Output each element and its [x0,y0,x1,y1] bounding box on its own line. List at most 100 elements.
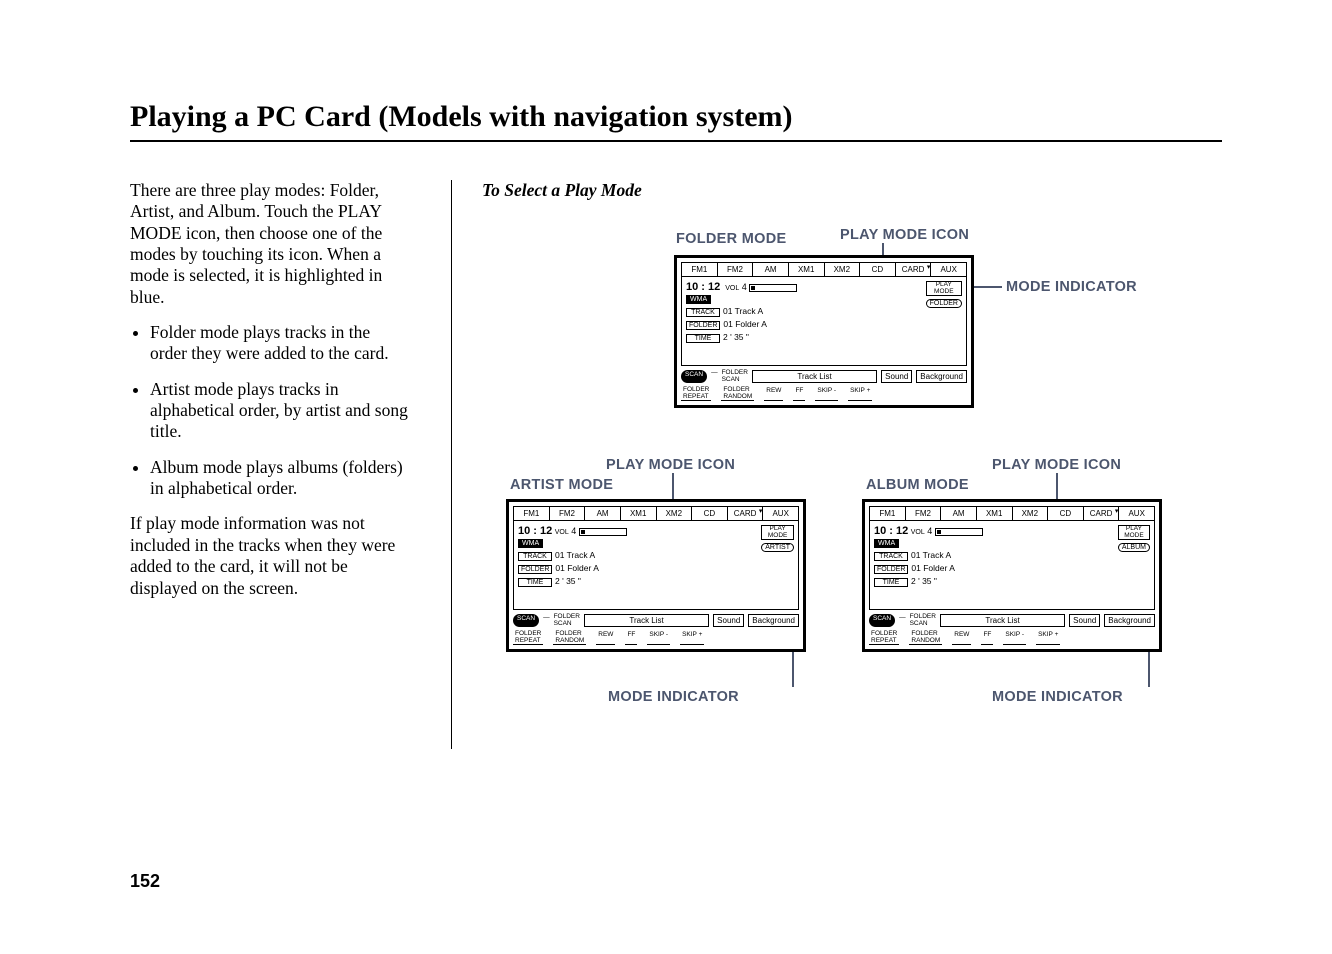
page-title: Playing a PC Card (Models with navigatio… [130,100,1222,134]
play-mode-button[interactable]: PLAY MODE [926,281,962,296]
tab-xm1[interactable]: XM1 [621,507,657,520]
scan-button[interactable]: SCAN [869,614,895,627]
folder-scan-button[interactable]: FOLDER SCAN [554,614,580,627]
background-button[interactable]: Background [748,614,799,627]
skip-next-button[interactable]: SKIP + [848,387,872,401]
mode-indicator-album[interactable]: ALBUM [1118,543,1150,552]
skip-prev-button[interactable]: SKIP - [647,631,670,645]
tab-aux[interactable]: AUX [1119,507,1154,520]
bullet-artist: Artist mode plays tracks in alphabetical… [150,379,411,443]
bullet-album: Album mode plays albums (folders) in alp… [150,457,411,500]
scan-button[interactable]: SCAN [681,370,707,383]
rew-button[interactable]: REW [764,387,783,401]
screen-album-mode: FM1 FM2 AM XM1 XM2 CD CARD▾ AUX 10 : 12 … [862,499,1162,652]
source-tabs: FM1 FM2 AM XM1 XM2 CD CARD▾ AUX [681,262,967,277]
track-list-button[interactable]: Track List [584,614,709,627]
folder-label: FOLDER [686,321,720,330]
tab-aux[interactable]: AUX [931,263,966,276]
elapsed-value: 2 ' 35 " [723,332,749,342]
folder-random-button[interactable]: FOLDER RANDOM [909,631,942,645]
skip-prev-button[interactable]: SKIP - [1003,631,1026,645]
sound-button[interactable]: Sound [881,370,912,383]
mode-bullets: Folder mode plays tracks in the order th… [130,322,411,499]
ff-button[interactable]: FF [981,631,993,645]
ff-button[interactable]: FF [793,387,805,401]
label-artist-mode: ARTIST MODE [510,477,613,493]
tab-xm1[interactable]: XM1 [789,263,825,276]
tab-cd[interactable]: CD [692,507,728,520]
folder-repeat-button[interactable]: FOLDER REPEAT [681,387,711,401]
track-value: 01 Track A [723,306,763,316]
skip-prev-button[interactable]: SKIP - [815,387,838,401]
tab-fm1[interactable]: FM1 [682,263,718,276]
folder-scan-button[interactable]: FOLDER SCAN [910,614,936,627]
label-play-mode-icon-left: PLAY MODE ICON [606,457,735,473]
chevron-down-icon: ▾ [1115,507,1119,515]
tab-am[interactable]: AM [941,507,977,520]
clock-vol: 10 : 12 VOL 4 [686,281,962,293]
ff-button[interactable]: FF [625,631,637,645]
chevron-down-icon: ▾ [759,507,763,515]
play-mode-button[interactable]: PLAY MODE [761,525,794,540]
title-rule [130,140,1222,142]
folder-repeat-button[interactable]: FOLDER REPEAT [869,631,899,645]
label-folder-mode: FOLDER MODE [676,231,786,247]
tab-card[interactable]: CARD▾ [1084,507,1120,520]
tab-aux[interactable]: AUX [763,507,798,520]
rew-button[interactable]: REW [596,631,615,645]
screen-folder-mode: FM1 FM2 AM XM1 XM2 CD CARD▾ AUX 10 : 12 [674,255,974,408]
play-mode-button[interactable]: PLAY MODE [1118,525,1150,540]
screen-artist-mode: FM1 FM2 AM XM1 XM2 CD CARD▾ AUX 10 : 12 … [506,499,806,652]
tab-fm2[interactable]: FM2 [906,507,942,520]
tab-xm2[interactable]: XM2 [1013,507,1049,520]
skip-next-button[interactable]: SKIP + [1036,631,1060,645]
volume-bar [749,284,797,292]
transport-row: FOLDER REPEAT FOLDER RANDOM REW FF SKIP … [681,387,967,401]
folder-scan-button[interactable]: FOLDER SCAN [722,370,748,383]
label-play-mode-icon-top: PLAY MODE ICON [840,227,969,243]
body-text-column: There are three play modes: Folder, Arti… [130,180,411,749]
background-button[interactable]: Background [1104,614,1155,627]
folder-random-button[interactable]: FOLDER RANDOM [721,387,754,401]
label-mode-indicator-left: MODE INDICATOR [608,689,739,705]
track-label: TRACK [686,308,720,317]
folder-value: 01 Folder A [723,319,766,329]
subhead: To Select a Play Mode [482,180,1222,201]
mode-indicator-folder[interactable]: FOLDER [926,299,962,308]
background-button[interactable]: Background [916,370,967,383]
tab-xm2[interactable]: XM2 [657,507,693,520]
label-mode-indicator-right: MODE INDICATOR [992,689,1123,705]
source-tabs: FM1 FM2 AM XM1 XM2 CD CARD▾ AUX [513,506,799,521]
tab-card[interactable]: CARD▾ [728,507,764,520]
chevron-down-icon: ▾ [927,263,931,271]
bullet-folder: Folder mode plays tracks in the order th… [150,322,411,365]
skip-next-button[interactable]: SKIP + [680,631,704,645]
track-list-button[interactable]: Track List [940,614,1065,627]
mode-indicator-artist[interactable]: ARTIST [761,543,794,552]
note-paragraph: If play mode information was not include… [130,513,411,598]
tab-fm1[interactable]: FM1 [514,507,550,520]
folder-random-button[interactable]: FOLDER RANDOM [553,631,586,645]
tab-xm1[interactable]: XM1 [977,507,1013,520]
sound-button[interactable]: Sound [713,614,744,627]
tab-fm2[interactable]: FM2 [718,263,754,276]
track-list-button[interactable]: Track List [752,370,877,383]
tab-am[interactable]: AM [753,263,789,276]
tab-fm2[interactable]: FM2 [550,507,586,520]
folder-repeat-button[interactable]: FOLDER REPEAT [513,631,543,645]
tab-cd[interactable]: CD [1048,507,1084,520]
codec-badge: WMA [686,295,711,304]
rew-button[interactable]: REW [952,631,971,645]
diagram-area: FOLDER MODE PLAY MODE ICON MODE INDICATO… [482,219,1222,749]
tab-card[interactable]: CARD▾ [896,263,932,276]
sound-button[interactable]: Sound [1069,614,1100,627]
scan-button[interactable]: SCAN [513,614,539,627]
page-number: 152 [130,871,160,892]
codec-badge: WMA [518,539,543,548]
tab-am[interactable]: AM [585,507,621,520]
tab-xm2[interactable]: XM2 [825,263,861,276]
callout-line [1056,473,1058,499]
tab-cd[interactable]: CD [860,263,896,276]
source-tabs: FM1 FM2 AM XM1 XM2 CD CARD▾ AUX [869,506,1155,521]
tab-fm1[interactable]: FM1 [870,507,906,520]
